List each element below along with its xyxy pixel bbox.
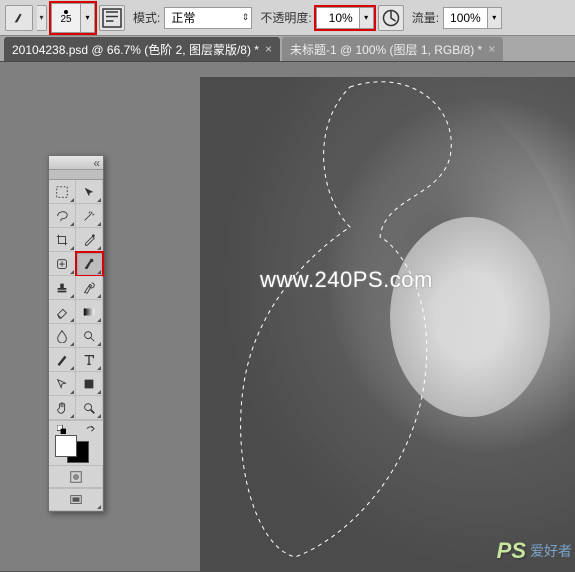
tab-document-1[interactable]: 20104238.psd @ 66.7% (色阶 2, 图层蒙版/8) * ×	[4, 37, 280, 61]
move-tool[interactable]	[76, 180, 103, 204]
path-sel-tool[interactable]	[49, 372, 76, 396]
opacity-value: 10%	[317, 11, 359, 25]
flow-label: 流量:	[412, 9, 439, 26]
gradient-tool[interactable]	[76, 300, 103, 324]
blur-tool[interactable]	[49, 324, 76, 348]
close-icon[interactable]: ×	[265, 42, 272, 56]
stamp-tool[interactable]	[49, 276, 76, 300]
screen-mode-switch[interactable]	[49, 489, 103, 511]
quick-mask-toggle[interactable]	[49, 466, 103, 488]
tools-grid	[49, 180, 103, 420]
eraser-tool[interactable]	[49, 300, 76, 324]
swap-colors-icon[interactable]	[86, 425, 95, 434]
photo-face	[390, 217, 550, 417]
watermark-main: www.240PS.com	[260, 267, 433, 293]
marquee-tool[interactable]	[49, 180, 76, 204]
pen-tool[interactable]	[49, 348, 76, 372]
tools-panel-grip[interactable]	[49, 170, 103, 180]
eyedrop-tool[interactable]	[76, 228, 103, 252]
brush-preset-picker[interactable]: 25 ▾	[51, 3, 95, 33]
zoom-tool[interactable]	[76, 396, 103, 420]
wand-tool[interactable]	[76, 204, 103, 228]
opacity-label: 不透明度:	[260, 9, 311, 26]
mode-label: 模式:	[133, 9, 160, 26]
tab-document-2[interactable]: 未标题-1 @ 100% (图层 1, RGB/8) * ×	[282, 37, 503, 61]
blend-mode-select[interactable]: 正常 ⇕	[164, 7, 252, 29]
tab-label: 20104238.psd @ 66.7% (色阶 2, 图层蒙版/8) *	[12, 41, 259, 58]
options-bar: ▾ 25 ▾ 模式: 正常 ⇕ 不透明度: 10% ▾ 流量: 100% ▾	[0, 0, 575, 36]
history-brush-tool[interactable]	[76, 276, 103, 300]
brush-panel-toggle[interactable]	[99, 5, 125, 31]
brush-preset-dropdown[interactable]: ▾	[81, 3, 95, 33]
default-colors-icon[interactable]	[57, 425, 66, 434]
hand-tool[interactable]	[49, 396, 76, 420]
type-tool[interactable]	[76, 348, 103, 372]
color-swatches	[49, 420, 103, 465]
shape-tool[interactable]	[76, 372, 103, 396]
heal-tool[interactable]	[49, 252, 76, 276]
opacity-field[interactable]: 10% ▾	[316, 7, 374, 29]
watermark-bottom: PS 爱好者	[497, 538, 572, 564]
pressure-opacity-toggle[interactable]	[378, 5, 404, 31]
close-icon[interactable]: ×	[488, 42, 495, 56]
tools-panel-header[interactable]: «	[49, 156, 103, 170]
collapse-icon[interactable]: «	[93, 156, 100, 170]
document-tabs: 20104238.psd @ 66.7% (色阶 2, 图层蒙版/8) * × …	[0, 36, 575, 62]
crop-tool[interactable]	[49, 228, 76, 252]
tools-panel: «	[48, 155, 104, 512]
brush-tool[interactable]	[76, 252, 103, 276]
flow-value: 100%	[444, 11, 487, 25]
opacity-dropdown[interactable]: ▾	[359, 8, 373, 28]
document-canvas[interactable]: www.240PS.com PS 爱好者	[200, 77, 575, 572]
current-tool-indicator[interactable]	[5, 5, 33, 31]
flow-field[interactable]: 100% ▾	[443, 7, 502, 29]
dodge-tool[interactable]	[76, 324, 103, 348]
brush-size-value: 25	[60, 15, 71, 25]
tab-label: 未标题-1 @ 100% (图层 1, RGB/8) *	[290, 41, 482, 58]
foreground-color-swatch[interactable]	[55, 435, 77, 457]
flow-dropdown[interactable]: ▾	[487, 8, 501, 28]
lasso-tool[interactable]	[49, 204, 76, 228]
tool-preset-dropdown[interactable]: ▾	[37, 5, 47, 31]
